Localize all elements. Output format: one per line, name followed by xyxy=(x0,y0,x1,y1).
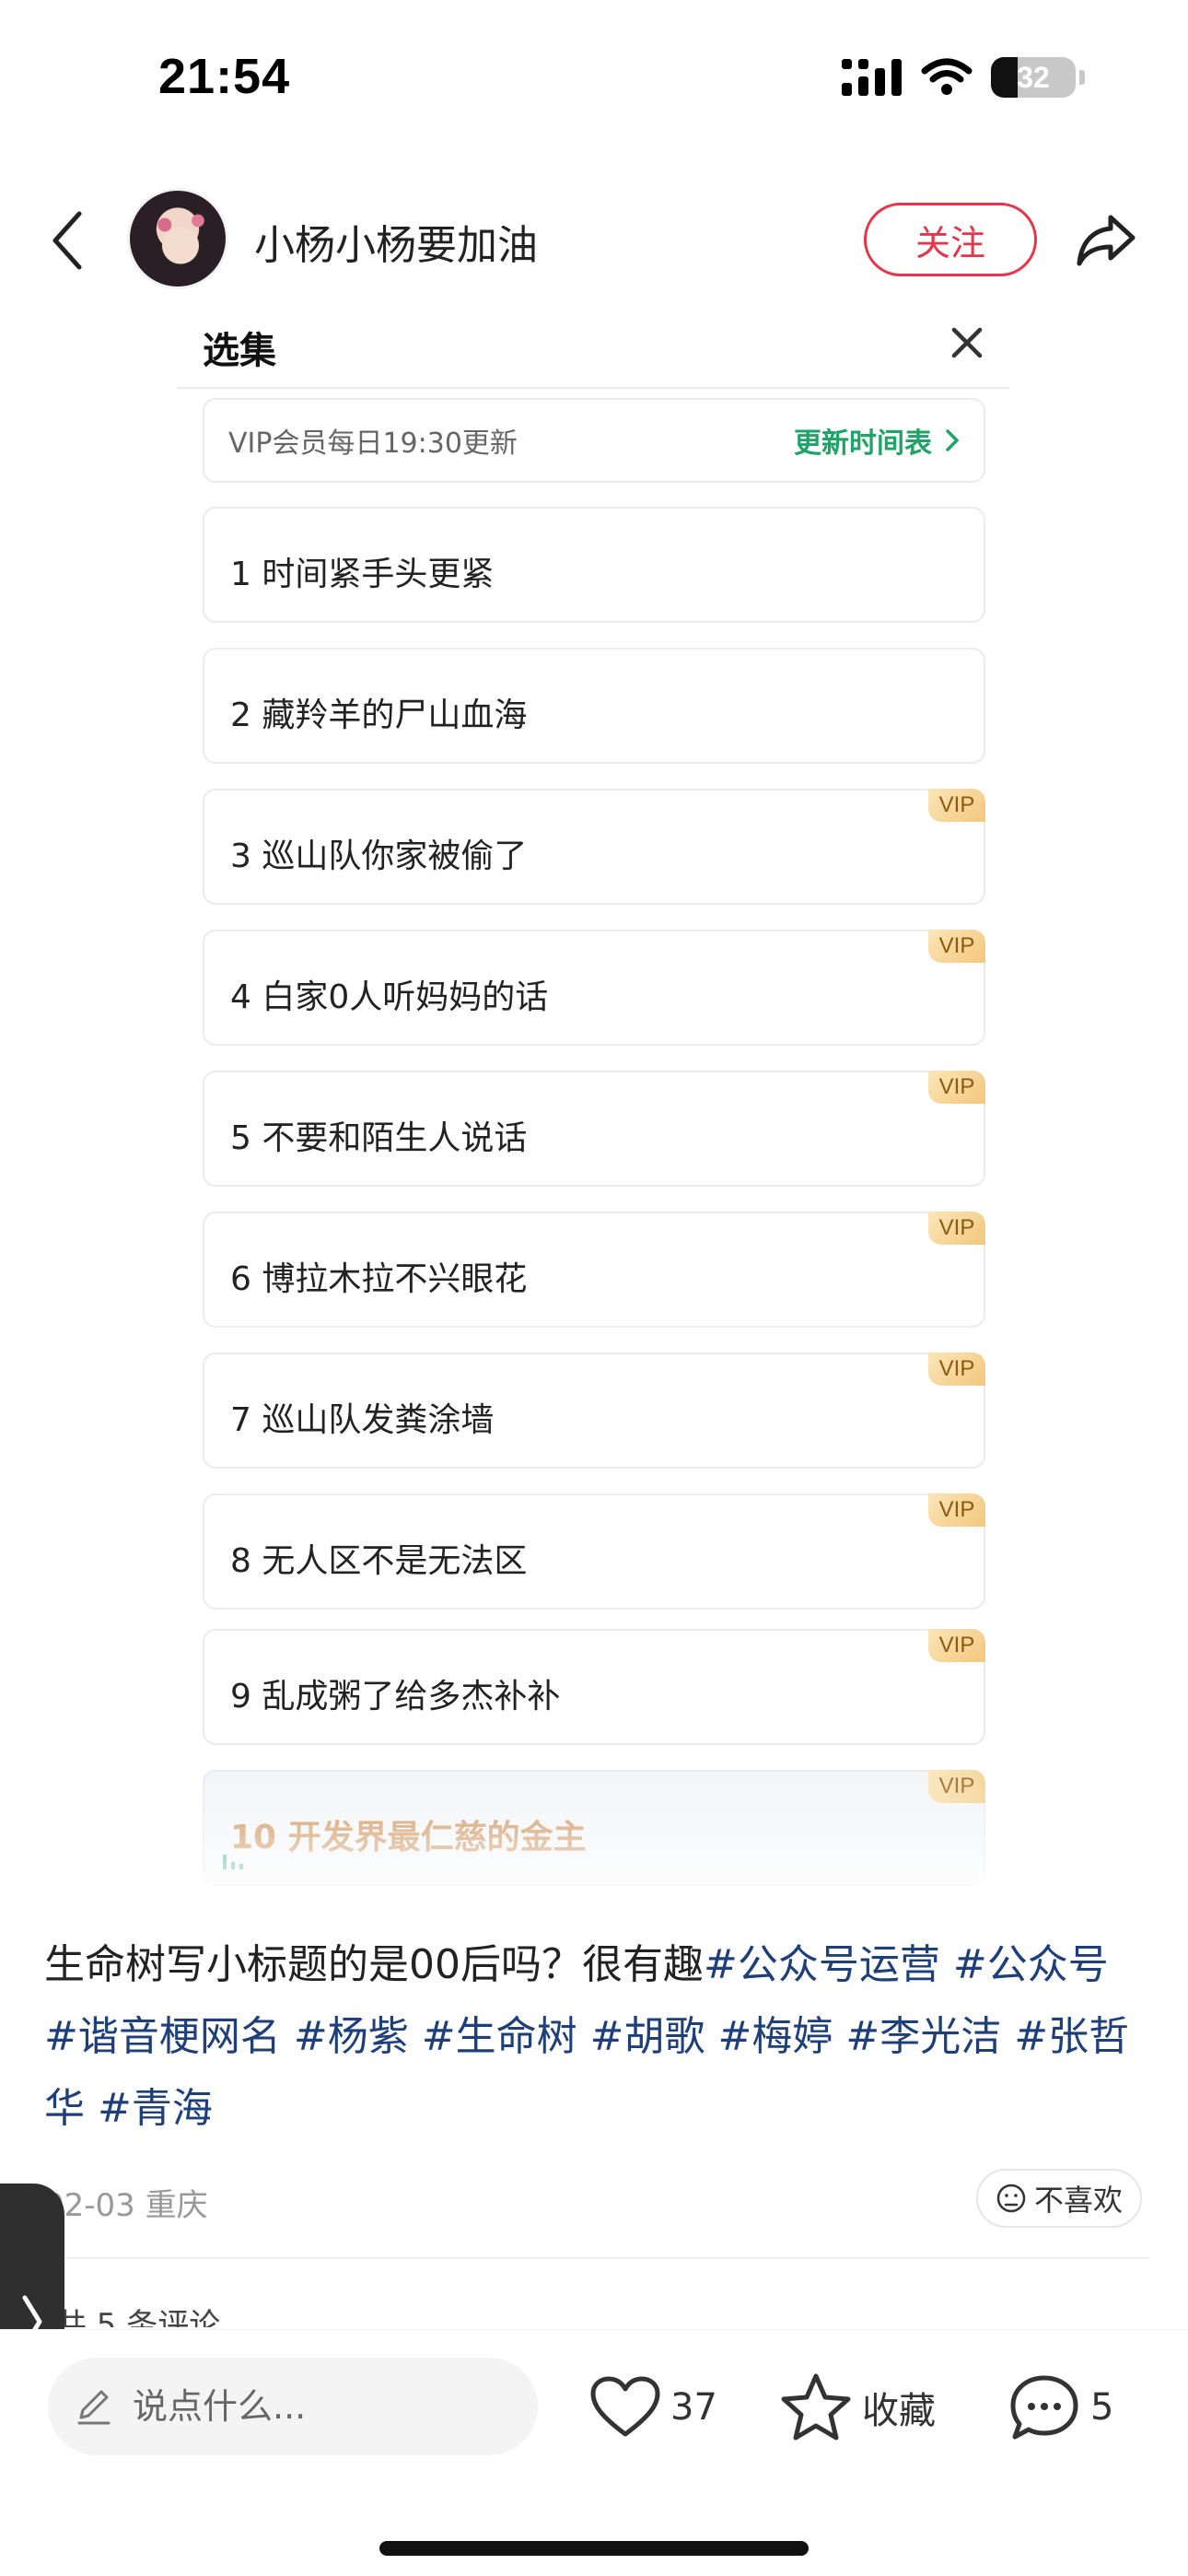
vip-badge: VIP xyxy=(928,930,985,963)
episode-item-current[interactable]: 10 开发界最仁慈的金主 VIP xyxy=(203,1770,985,1886)
like-count: 37 xyxy=(670,2386,717,2429)
divider xyxy=(44,2257,1149,2259)
like-button[interactable]: 37 xyxy=(589,2369,717,2446)
episode-panel: 选集 VIP会员每日19:30更新 更新时间表 1 时间紧手头更紧 2 藏羚羊的… xyxy=(177,304,1009,1898)
comment-button[interactable]: 5 xyxy=(1007,2369,1113,2446)
chevron-right-icon xyxy=(946,429,959,451)
collect-label: 收藏 xyxy=(862,2390,936,2432)
comment-input-wrapper[interactable] xyxy=(48,2358,538,2455)
episode-label: 5 不要和陌生人说话 xyxy=(230,1119,528,1157)
vip-badge: VIP xyxy=(928,1493,985,1527)
dislike-button[interactable]: 不喜欢 xyxy=(976,2169,1142,2228)
episode-label: 3 巡山队你家被偷了 xyxy=(230,837,528,875)
episode-item[interactable]: 8 无人区不是无法区 VIP xyxy=(203,1493,985,1610)
update-notice-text: VIP会员每日19:30更新 xyxy=(228,427,518,460)
episode-item[interactable]: 5 不要和陌生人说话 VIP xyxy=(203,1071,985,1187)
hashtag[interactable]: #胡歌 xyxy=(590,2013,705,2060)
episode-label: 9 乱成粥了给多杰补补 xyxy=(230,1678,561,1715)
episode-label: 2 藏羚羊的尸山血海 xyxy=(230,697,528,734)
episode-label: 4 白家0人听妈妈的话 xyxy=(230,978,549,1016)
home-indicator[interactable] xyxy=(379,2541,809,2556)
episode-item[interactable]: 6 博拉木拉不兴眼花 VIP xyxy=(203,1212,985,1328)
episode-label: 7 巡山队发粪涂墙 xyxy=(230,1401,495,1439)
close-icon[interactable] xyxy=(945,321,989,365)
hashtag[interactable]: #谐音梗网名 xyxy=(44,2013,281,2060)
panel-divider xyxy=(177,387,1009,389)
vip-badge: VIP xyxy=(928,1770,985,1803)
episode-label: 1 时间紧手头更紧 xyxy=(230,556,495,593)
avatar[interactable] xyxy=(127,188,228,289)
hashtag[interactable]: #青海 xyxy=(98,2085,213,2132)
episode-item[interactable]: 3 巡山队你家被偷了 VIP xyxy=(203,789,985,905)
vip-badge: VIP xyxy=(928,1352,985,1386)
username[interactable]: 小杨小杨要加油 xyxy=(254,212,538,271)
share-icon[interactable] xyxy=(1074,208,1140,273)
dislike-label: 不喜欢 xyxy=(1033,2183,1123,2218)
episode-label: 6 博拉木拉不兴眼花 xyxy=(230,1260,528,1298)
comment-count: 5 xyxy=(1090,2386,1114,2429)
heart-icon xyxy=(590,2376,660,2437)
hashtag[interactable]: #李光洁 xyxy=(845,2013,1001,2060)
vip-badge: VIP xyxy=(928,789,985,822)
episode-item[interactable]: 1 时间紧手头更紧 xyxy=(203,507,985,623)
chat-bubble-icon xyxy=(1010,2375,1078,2440)
now-playing-icon xyxy=(223,1855,243,1869)
status-bar: 21:54 32 xyxy=(0,0,1188,157)
follow-button[interactable]: 关注 xyxy=(864,203,1037,276)
vip-badge: VIP xyxy=(928,1629,985,1662)
cellular-signal-icon xyxy=(842,59,902,96)
hashtag[interactable]: #公众号 xyxy=(953,1941,1109,1988)
episode-item[interactable]: 4 白家0人听妈妈的话 VIP xyxy=(203,930,985,1046)
post-date-location: 02-03 重庆 xyxy=(44,2187,208,2224)
hashtag[interactable]: #生命树 xyxy=(422,2013,577,2060)
episode-item[interactable]: 9 乱成粥了给多杰补补 VIP xyxy=(203,1629,985,1745)
post-header: 小杨小杨要加油 关注 xyxy=(0,175,1188,304)
status-time: 21:54 xyxy=(158,49,291,104)
post-caption: 生命树写小标题的是00后吗？很有趣#公众号运营 #公众号 #谐音梗网名 #杨紫 … xyxy=(44,1929,1149,2145)
battery-icon: 32 xyxy=(991,57,1076,98)
schedule-link[interactable]: 更新时间表 xyxy=(794,420,960,461)
pencil-icon xyxy=(77,2390,111,2425)
panel-title: 选集 xyxy=(203,330,276,372)
bottom-action-bar: 37 收藏 5 xyxy=(0,2329,1188,2576)
hashtag[interactable]: #杨紫 xyxy=(294,2013,409,2060)
episode-label: 8 无人区不是无法区 xyxy=(230,1542,528,1580)
vip-badge: VIP xyxy=(928,1071,985,1104)
comment-input[interactable] xyxy=(133,2386,501,2427)
wifi-icon xyxy=(921,58,973,95)
star-icon xyxy=(781,2373,851,2441)
hashtag[interactable]: #公众号运营 xyxy=(704,1941,940,1988)
comment-count-header: 共 5 条评论 xyxy=(55,2307,221,2327)
back-chevron-icon[interactable] xyxy=(46,208,90,273)
episode-item[interactable]: 2 藏羚羊的尸山血海 xyxy=(203,648,985,764)
episode-label: 10 开发界最仁慈的金主 xyxy=(230,1819,587,1856)
avatar-portrait xyxy=(141,200,220,283)
caption-text: 生命树写小标题的是00后吗？很有趣 xyxy=(44,1941,704,1988)
sad-face-icon xyxy=(996,2184,1026,2213)
vip-badge: VIP xyxy=(928,1212,985,1245)
schedule-link-label: 更新时间表 xyxy=(794,427,932,460)
episode-item[interactable]: 7 巡山队发粪涂墙 VIP xyxy=(203,1352,985,1469)
battery-tip xyxy=(1079,70,1085,85)
battery-level: 32 xyxy=(1017,60,1050,94)
status-icons: 32 xyxy=(842,55,1085,100)
collect-button[interactable]: 收藏 xyxy=(779,2369,936,2446)
update-notice: VIP会员每日19:30更新 更新时间表 xyxy=(203,398,985,483)
hashtag[interactable]: #梅婷 xyxy=(718,2013,833,2060)
